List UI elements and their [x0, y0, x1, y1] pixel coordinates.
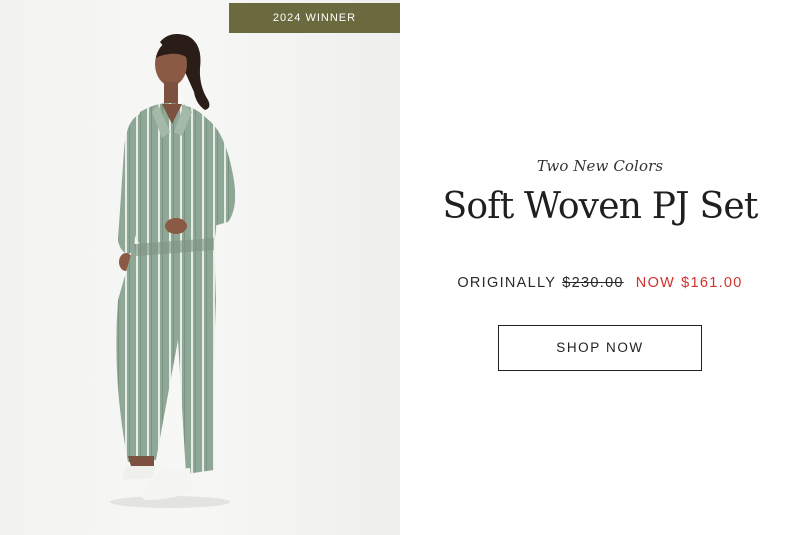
product-photo[interactable]: 2024 WINNER [0, 0, 400, 535]
original-price-label: ORIGINALLY [457, 274, 557, 291]
sale-price: $161.00 [681, 274, 743, 291]
shop-now-label: SHOP NOW [556, 340, 644, 356]
original-price: $230.00 [562, 274, 624, 291]
shop-now-button[interactable]: SHOP NOW [498, 324, 702, 371]
eyebrow-text: Two New Colors [536, 157, 664, 175]
winner-badge-label: 2024 WINNER [272, 12, 357, 24]
sale-price-label: NOW [635, 274, 676, 291]
winner-badge: 2024 WINNER [229, 3, 400, 33]
model-in-pajamas-image [110, 34, 236, 508]
price-row: ORIGINALLY $230.00 NOW $161.00 [457, 275, 742, 291]
product-title: Soft Woven PJ Set [442, 186, 758, 227]
promo-banner: 2024 WINNER Two New Colors Soft Woven PJ… [0, 0, 800, 535]
product-details: Two New Colors Soft Woven PJ Set ORIGINA… [400, 0, 800, 535]
